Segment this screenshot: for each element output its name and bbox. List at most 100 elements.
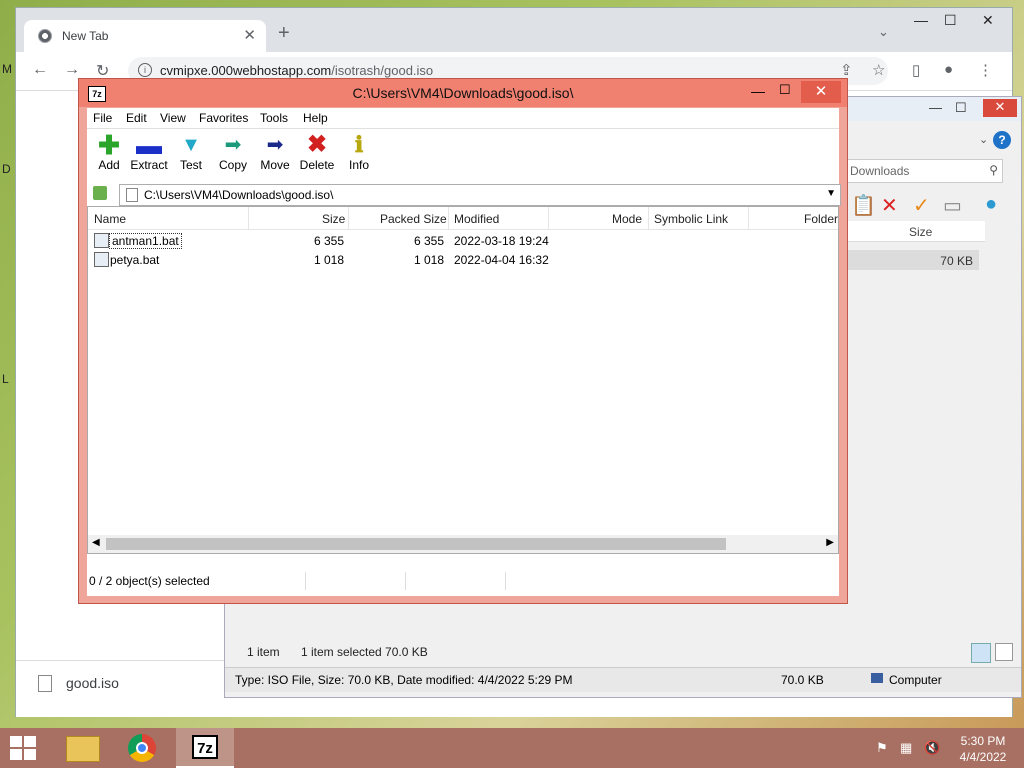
move-icon: ➡ <box>266 134 284 156</box>
clipboard-icon[interactable]: 📋 <box>851 193 876 218</box>
taskbar-file-explorer[interactable] <box>52 728 110 768</box>
toolbar: ✚ Add ▬ Extract ▼ Test ➡ Copy ➡ Move ✖ D… <box>87 130 839 180</box>
help-icon[interactable]: ? <box>993 131 1011 149</box>
new-tab-button[interactable]: + <box>278 22 290 45</box>
column-folder[interactable]: Folder <box>804 212 838 226</box>
close-tab-icon[interactable]: ✕ <box>243 26 256 44</box>
column-mode[interactable]: Mode <box>612 212 642 226</box>
details-view-icon[interactable] <box>971 643 991 663</box>
back-icon[interactable]: ← <box>32 61 48 79</box>
volume-muted-icon[interactable]: 🔇 <box>924 740 940 756</box>
file-name: antman1.bat <box>109 233 182 249</box>
status-item-count: 1 item <box>247 645 280 659</box>
menu-kebab-icon[interactable]: ⋮ <box>978 61 993 79</box>
file-icon <box>126 188 138 202</box>
status-text: 0 / 2 object(s) selected <box>89 574 210 588</box>
column-divider[interactable] <box>748 207 749 229</box>
folder-up-icon[interactable] <box>93 186 107 200</box>
delete-icon: ✖ <box>306 131 328 158</box>
desktop-edge-text: M <box>2 62 12 76</box>
column-divider[interactable] <box>548 207 549 229</box>
details-type: Type: ISO File, Size: 70.0 KB, Date modi… <box>235 673 573 687</box>
taskbar-chrome[interactable] <box>114 728 172 768</box>
column-divider[interactable] <box>248 207 249 229</box>
menu-help[interactable]: Help <box>303 111 328 125</box>
windows-logo-icon <box>24 749 36 760</box>
menu-tools[interactable]: Tools <box>260 111 288 125</box>
extract-button[interactable]: ▬ Extract <box>127 132 171 178</box>
scroll-left-icon[interactable]: ◀ <box>92 537 100 548</box>
scroll-thumb[interactable] <box>106 538 726 550</box>
tab-search-chevron-icon[interactable]: ⌄ <box>878 24 889 40</box>
forward-icon[interactable]: → <box>64 61 80 79</box>
test-button[interactable]: ▼ Test <box>169 132 213 178</box>
share-icon[interactable]: ⇪ <box>840 61 853 79</box>
file-row[interactable]: petya.bat 1 018 1 018 2022-04-04 16:32 <box>88 250 838 269</box>
tab-bar: New Tab ✕ + ⌄ — ☐ ✕ <box>16 8 1012 52</box>
menu-view[interactable]: View <box>160 111 186 125</box>
explorer-toolbar: 📋 ✕ ✓ ▭ ● <box>847 193 1017 217</box>
maximize-button[interactable]: ☐ <box>955 100 967 116</box>
delete-icon[interactable]: ✕ <box>881 193 898 218</box>
menu-favorites[interactable]: Favorites <box>199 111 248 125</box>
info-button[interactable]: ℹ Info <box>337 132 381 178</box>
maximize-button[interactable]: ☐ <box>779 82 791 98</box>
side-panel-icon[interactable]: ▯ <box>912 61 920 79</box>
start-button[interactable] <box>10 736 38 760</box>
network-icon[interactable]: ● <box>985 193 997 216</box>
column-size[interactable]: Size <box>322 212 345 226</box>
profile-icon[interactable]: ● <box>944 61 953 78</box>
action-center-flag-icon[interactable]: ⚑ <box>876 740 888 756</box>
column-divider[interactable] <box>648 207 649 229</box>
window-title: C:\Users\VM4\Downloads\good.iso\ <box>352 85 574 101</box>
column-header[interactable]: Size <box>845 221 985 242</box>
scroll-right-icon[interactable]: ▶ <box>826 537 834 548</box>
column-modified[interactable]: Modified <box>454 212 499 226</box>
column-size: Size <box>909 225 933 239</box>
chrome-icon <box>128 734 156 762</box>
horizontal-scrollbar[interactable]: ◀ ▶ <box>88 535 838 553</box>
menu-edit[interactable]: Edit <box>126 111 147 125</box>
maximize-button[interactable]: ☐ <box>944 12 957 29</box>
search-input[interactable]: Downloads ⚲ <box>845 159 1003 183</box>
delete-button[interactable]: ✖ Delete <box>295 132 339 178</box>
ribbon-chevron-icon[interactable]: ⌄ <box>979 133 988 146</box>
minimize-button[interactable]: — <box>751 83 765 99</box>
close-button[interactable]: ✕ <box>801 81 841 103</box>
system-clock[interactable]: 5:30 PM 4/4/2022 <box>948 733 1018 765</box>
minimize-button[interactable]: — <box>914 12 928 28</box>
path-combobox[interactable]: C:\Users\VM4\Downloads\good.iso\ ▼ <box>119 184 841 206</box>
column-name[interactable]: Name <box>94 212 126 226</box>
column-packed-size[interactable]: Packed Size <box>380 212 447 226</box>
taskbar-7zip[interactable]: 7z <box>176 728 234 768</box>
file-row[interactable]: antman1.bat 6 355 6 355 2022-03-18 19:24 <box>88 231 838 250</box>
column-header: Name Size Packed Size Modified Mode Symb… <box>88 207 838 230</box>
path-text: C:\Users\VM4\Downloads\good.iso\ <box>144 188 334 202</box>
download-item[interactable]: good.iso <box>66 675 119 691</box>
bookmark-star-icon[interactable]: ☆ <box>872 61 885 79</box>
tool-label: Extract <box>130 158 168 172</box>
check-icon[interactable]: ✓ <box>913 193 930 218</box>
rename-icon[interactable]: ▭ <box>943 193 962 218</box>
column-symbolic-link[interactable]: Symbolic Link <box>654 212 728 226</box>
list-item[interactable]: 70 KB <box>845 250 979 270</box>
large-icons-view-icon[interactable] <box>995 643 1013 661</box>
site-info-icon[interactable]: i <box>138 63 152 77</box>
column-divider[interactable] <box>348 207 349 229</box>
network-icon[interactable]: ▦ <box>900 740 912 756</box>
minimize-button[interactable]: — <box>929 100 942 115</box>
test-icon: ▼ <box>181 134 201 156</box>
menu-file[interactable]: File <box>93 111 112 125</box>
status-cell <box>505 572 606 590</box>
copy-button[interactable]: ➡ Copy <box>211 132 255 178</box>
column-divider[interactable] <box>448 207 449 229</box>
file-packed-size: 6 355 <box>414 234 445 248</box>
clock-date: 4/4/2022 <box>959 750 1007 764</box>
close-button[interactable]: ✕ <box>982 12 994 29</box>
move-button[interactable]: ➡ Move <box>253 132 297 178</box>
close-button[interactable]: ✕ <box>983 99 1017 117</box>
chevron-down-icon[interactable]: ▼ <box>826 188 836 199</box>
add-button[interactable]: ✚ Add <box>87 132 131 178</box>
status-bar: 0 / 2 object(s) selected <box>87 554 839 594</box>
tab-new-tab[interactable]: New Tab ✕ <box>24 20 266 52</box>
